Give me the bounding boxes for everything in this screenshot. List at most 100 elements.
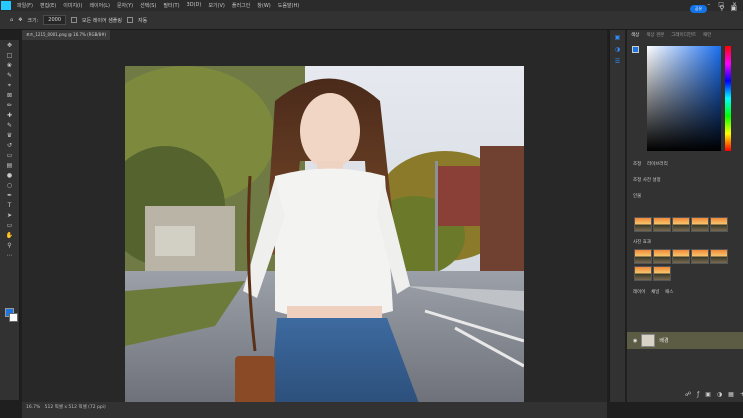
background-color-swatch[interactable]	[9, 313, 18, 322]
layer-thumbnail	[641, 334, 656, 347]
crop-icon[interactable]: ⌖	[6, 82, 14, 90]
dodge-icon[interactable]: ○	[6, 182, 14, 190]
menu-type[interactable]: 문자(Y)	[117, 2, 133, 9]
home-icon[interactable]: ⌂	[10, 17, 13, 23]
folder-icon[interactable]: ▦	[728, 391, 734, 398]
size-label: 크기:	[27, 17, 39, 24]
pen-icon[interactable]: ✒	[6, 192, 14, 200]
minimize-icon[interactable]: –	[707, 1, 710, 8]
blur-icon[interactable]: ●	[6, 172, 14, 180]
zoom-icon[interactable]: ⚲	[6, 242, 14, 250]
visibility-eye-icon[interactable]: ◉	[633, 338, 637, 344]
preset-thumb[interactable]	[710, 217, 728, 232]
zoom-level[interactable]: 16.7%	[26, 405, 40, 410]
preset-thumb[interactable]	[672, 217, 690, 232]
healing-brush-icon[interactable]: ✚	[6, 112, 14, 120]
document-tab-row: 포즈_1215_0001.png @ 16.7% (RGB/8#)	[22, 30, 607, 40]
auto-label: 자동	[138, 17, 148, 24]
hand-icon[interactable]: ✋	[6, 232, 14, 240]
search-icon[interactable]: ⚲	[719, 4, 724, 12]
tab-channels[interactable]: 채널	[651, 290, 659, 295]
move-icon[interactable]: ✥	[6, 42, 14, 50]
workspace-icon[interactable]: ▣	[730, 4, 737, 12]
frame-icon[interactable]: ⊠	[6, 92, 14, 100]
menu-view[interactable]: 보기(V)	[208, 2, 225, 9]
layers-footer-icons: ☍ ƒ ▣ ◑ ▦ + ⌫	[685, 391, 743, 398]
auto-checkbox[interactable]	[127, 17, 133, 23]
document-info: 512 픽셀 x 512 픽셀 (72 ppi)	[44, 405, 106, 410]
tab-gradients[interactable]: 그레이디언트	[671, 32, 696, 38]
tab-adjustments[interactable]: 조정	[633, 162, 641, 167]
move-tool-icon[interactable]: ✥	[18, 17, 22, 23]
canvas-area[interactable]	[22, 40, 607, 406]
type-icon[interactable]: T	[6, 202, 14, 210]
tab-libraries[interactable]: 라이브러리	[647, 162, 668, 167]
preset-thumb[interactable]	[691, 217, 709, 232]
tab-layers[interactable]: 레이어	[633, 290, 645, 295]
canvas-image	[125, 66, 524, 406]
properties-icon[interactable]: ☰	[614, 58, 622, 66]
menu-3d[interactable]: 3D(D)	[187, 2, 202, 9]
shape-icon[interactable]: ▭	[6, 222, 14, 230]
lasso-icon[interactable]: ❀	[6, 62, 14, 70]
color-panel-tabs: 색상 색상 견본 그레이디언트 패턴	[627, 30, 743, 40]
eyedropper-icon[interactable]: ✏	[6, 102, 14, 110]
share-button[interactable]: 공유	[690, 5, 707, 13]
panel-foreground-swatch[interactable]	[632, 46, 639, 53]
layer-row[interactable]: ◉ 배경	[627, 332, 743, 349]
color-picker-field[interactable]	[647, 46, 721, 151]
menu-window[interactable]: 창(W)	[257, 2, 270, 9]
preset-thumb[interactable]	[710, 249, 728, 264]
preset-thumb[interactable]	[653, 266, 671, 281]
photo-effect-presets	[634, 249, 728, 264]
menu-plugins[interactable]: 플러그인	[232, 2, 250, 9]
path-select-icon[interactable]: ➤	[6, 212, 14, 220]
adjust-presets-header: 조정 사전 설정	[633, 178, 661, 183]
preset-thumb[interactable]	[653, 217, 671, 232]
options-right-icons: ⚲ ▣	[719, 4, 737, 12]
menu-items: 파일(F) 편집(E) 이미지(I) 레이어(L) 문자(Y) 선택(S) 필터…	[17, 2, 299, 9]
status-bar: 16.7% 512 픽셀 x 512 픽셀 (72 ppi)	[22, 402, 607, 418]
adjustment-layer-icon[interactable]: ◑	[717, 391, 722, 398]
sample-all-checkbox[interactable]	[71, 17, 78, 23]
group-photo-effects-label[interactable]: 사진 효과	[627, 239, 743, 245]
menu-select[interactable]: 선택(S)	[140, 2, 156, 9]
preset-thumb[interactable]	[634, 217, 652, 232]
marquee-icon[interactable]: □	[6, 52, 14, 60]
link-icon[interactable]: ☍	[685, 391, 691, 398]
tab-color[interactable]: 색상	[631, 32, 639, 38]
more-tools-icon[interactable]: ⋯	[6, 252, 14, 260]
gradient-icon[interactable]: ▤	[6, 162, 14, 170]
photo-effect-presets-row2	[634, 266, 671, 281]
fx-icon[interactable]: ƒ	[697, 391, 699, 398]
eraser-icon[interactable]: ▭	[6, 152, 14, 160]
hue-slider[interactable]	[725, 46, 731, 151]
menu-file[interactable]: 파일(F)	[17, 2, 33, 9]
mask-icon[interactable]: ▣	[705, 391, 711, 398]
history-brush-icon[interactable]: ↺	[6, 142, 14, 150]
preset-thumb[interactable]	[653, 249, 671, 264]
menu-layer[interactable]: 레이어(L)	[89, 2, 110, 9]
quick-select-icon[interactable]: ✎	[6, 72, 14, 80]
menu-help[interactable]: 도움말(H)	[278, 2, 299, 9]
preset-thumb[interactable]	[634, 266, 652, 281]
tab-swatches[interactable]: 색상 견본	[646, 32, 664, 38]
menu-edit[interactable]: 편집(E)	[40, 2, 56, 9]
group-portrait-label[interactable]: 인물	[627, 193, 743, 199]
brush-icon[interactable]: ✎	[6, 122, 14, 130]
sample-all-label: 모든 레이어 샘플링	[82, 17, 122, 24]
tab-paths[interactable]: 패스	[665, 290, 673, 295]
tab-patterns[interactable]: 패턴	[703, 32, 711, 38]
size-field[interactable]: 2000	[43, 15, 67, 25]
properties-tabs: 조정 라이브러리	[627, 161, 743, 167]
preset-thumb[interactable]	[634, 249, 652, 264]
menu-image[interactable]: 이미지(I)	[63, 2, 82, 9]
clone-stamp-icon[interactable]: ♛	[6, 132, 14, 140]
photoshop-logo	[1, 1, 11, 10]
adjustments-icon[interactable]: ◑	[614, 46, 622, 54]
document-tab[interactable]: 포즈_1215_0001.png @ 16.7% (RGB/8#)	[22, 30, 111, 40]
preset-thumb[interactable]	[672, 249, 690, 264]
color-panel-icon[interactable]: ▣	[614, 34, 622, 42]
preset-thumb[interactable]	[691, 249, 709, 264]
menu-filter[interactable]: 필터(T)	[163, 2, 179, 9]
